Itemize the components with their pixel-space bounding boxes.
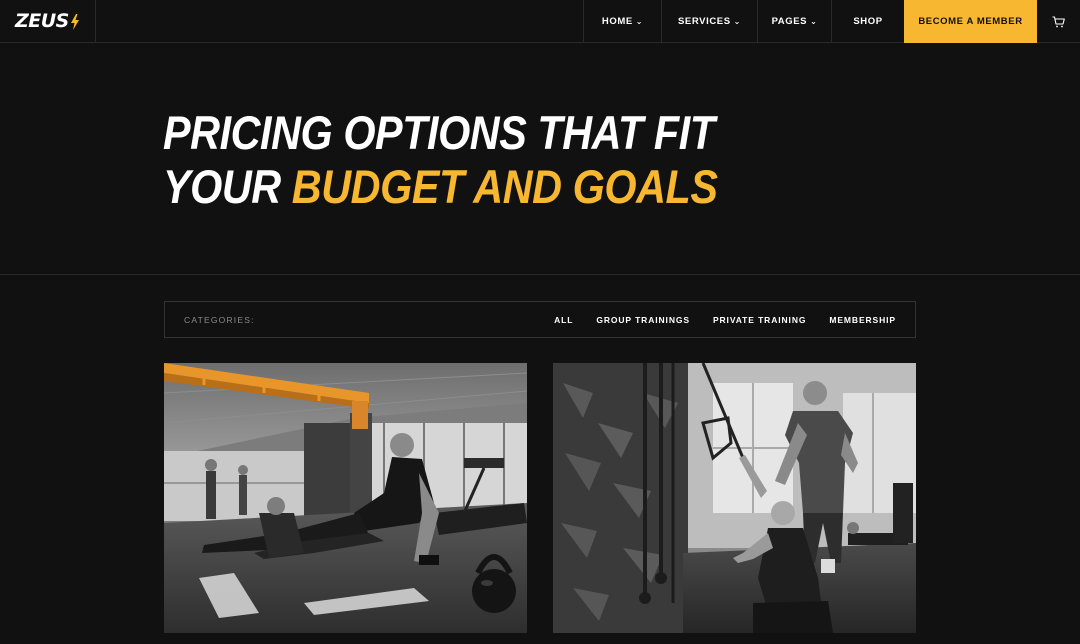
filter-private-training[interactable]: PRIVATE TRAINING xyxy=(713,315,806,325)
trainer-cable-workout-photo xyxy=(553,363,916,633)
logo-text: ZEUS xyxy=(15,10,69,32)
section-divider xyxy=(0,274,1080,275)
nav-services[interactable]: SERVICES ⌄ xyxy=(661,0,757,43)
filter-membership[interactable]: MEMBERSHIP xyxy=(829,315,896,325)
logo-link[interactable]: ZEUS xyxy=(0,0,96,43)
nav-shop[interactable]: SHOP xyxy=(831,0,904,43)
filter-group-trainings[interactable]: GROUP TRAININGS xyxy=(596,315,690,325)
filter-label: CATEGORIES: xyxy=(184,314,255,325)
cart-icon xyxy=(1052,15,1065,27)
gym-floor-exercise-photo xyxy=(164,363,527,633)
page-title: PRICING OPTIONS THAT FIT YOUR BUDGET AND… xyxy=(163,106,718,214)
hero-section: PRICING OPTIONS THAT FIT YOUR BUDGET AND… xyxy=(0,44,1080,274)
title-line-2-white: YOUR xyxy=(163,160,281,213)
nav-pages-label: PAGES xyxy=(771,16,808,27)
nav-pages[interactable]: PAGES ⌄ xyxy=(757,0,831,43)
cart-button[interactable] xyxy=(1037,0,1080,43)
nav-shop-label: SHOP xyxy=(853,16,883,27)
category-filter: CATEGORIES: ALL GROUP TRAININGS PRIVATE … xyxy=(164,301,916,338)
pricing-card-image[interactable] xyxy=(553,363,916,633)
filter-all[interactable]: ALL xyxy=(554,315,573,325)
pricing-card-image[interactable] xyxy=(164,363,527,633)
title-line-2-accent: BUDGET AND GOALS xyxy=(291,160,718,213)
nav-home[interactable]: HOME ⌄ xyxy=(583,0,661,43)
chevron-down-icon: ⌄ xyxy=(733,17,741,26)
filter-items: ALL GROUP TRAININGS PRIVATE TRAINING MEM… xyxy=(554,315,896,325)
main-nav: HOME ⌄ SERVICES ⌄ PAGES ⌄ SHOP xyxy=(583,0,904,43)
nav-home-label: HOME xyxy=(601,16,633,27)
chevron-down-icon: ⌄ xyxy=(635,17,644,26)
become-member-button[interactable]: BECOME A MEMBER xyxy=(904,0,1037,43)
chevron-down-icon: ⌄ xyxy=(810,17,818,26)
site-header: ZEUS HOME ⌄ SERVICES ⌄ PAGES ⌄ SHOP BECO… xyxy=(0,0,1080,43)
nav-services-label: SERVICES xyxy=(678,16,731,27)
title-line-1: PRICING OPTIONS THAT FIT xyxy=(163,106,715,159)
lightning-bolt-icon xyxy=(70,13,79,30)
